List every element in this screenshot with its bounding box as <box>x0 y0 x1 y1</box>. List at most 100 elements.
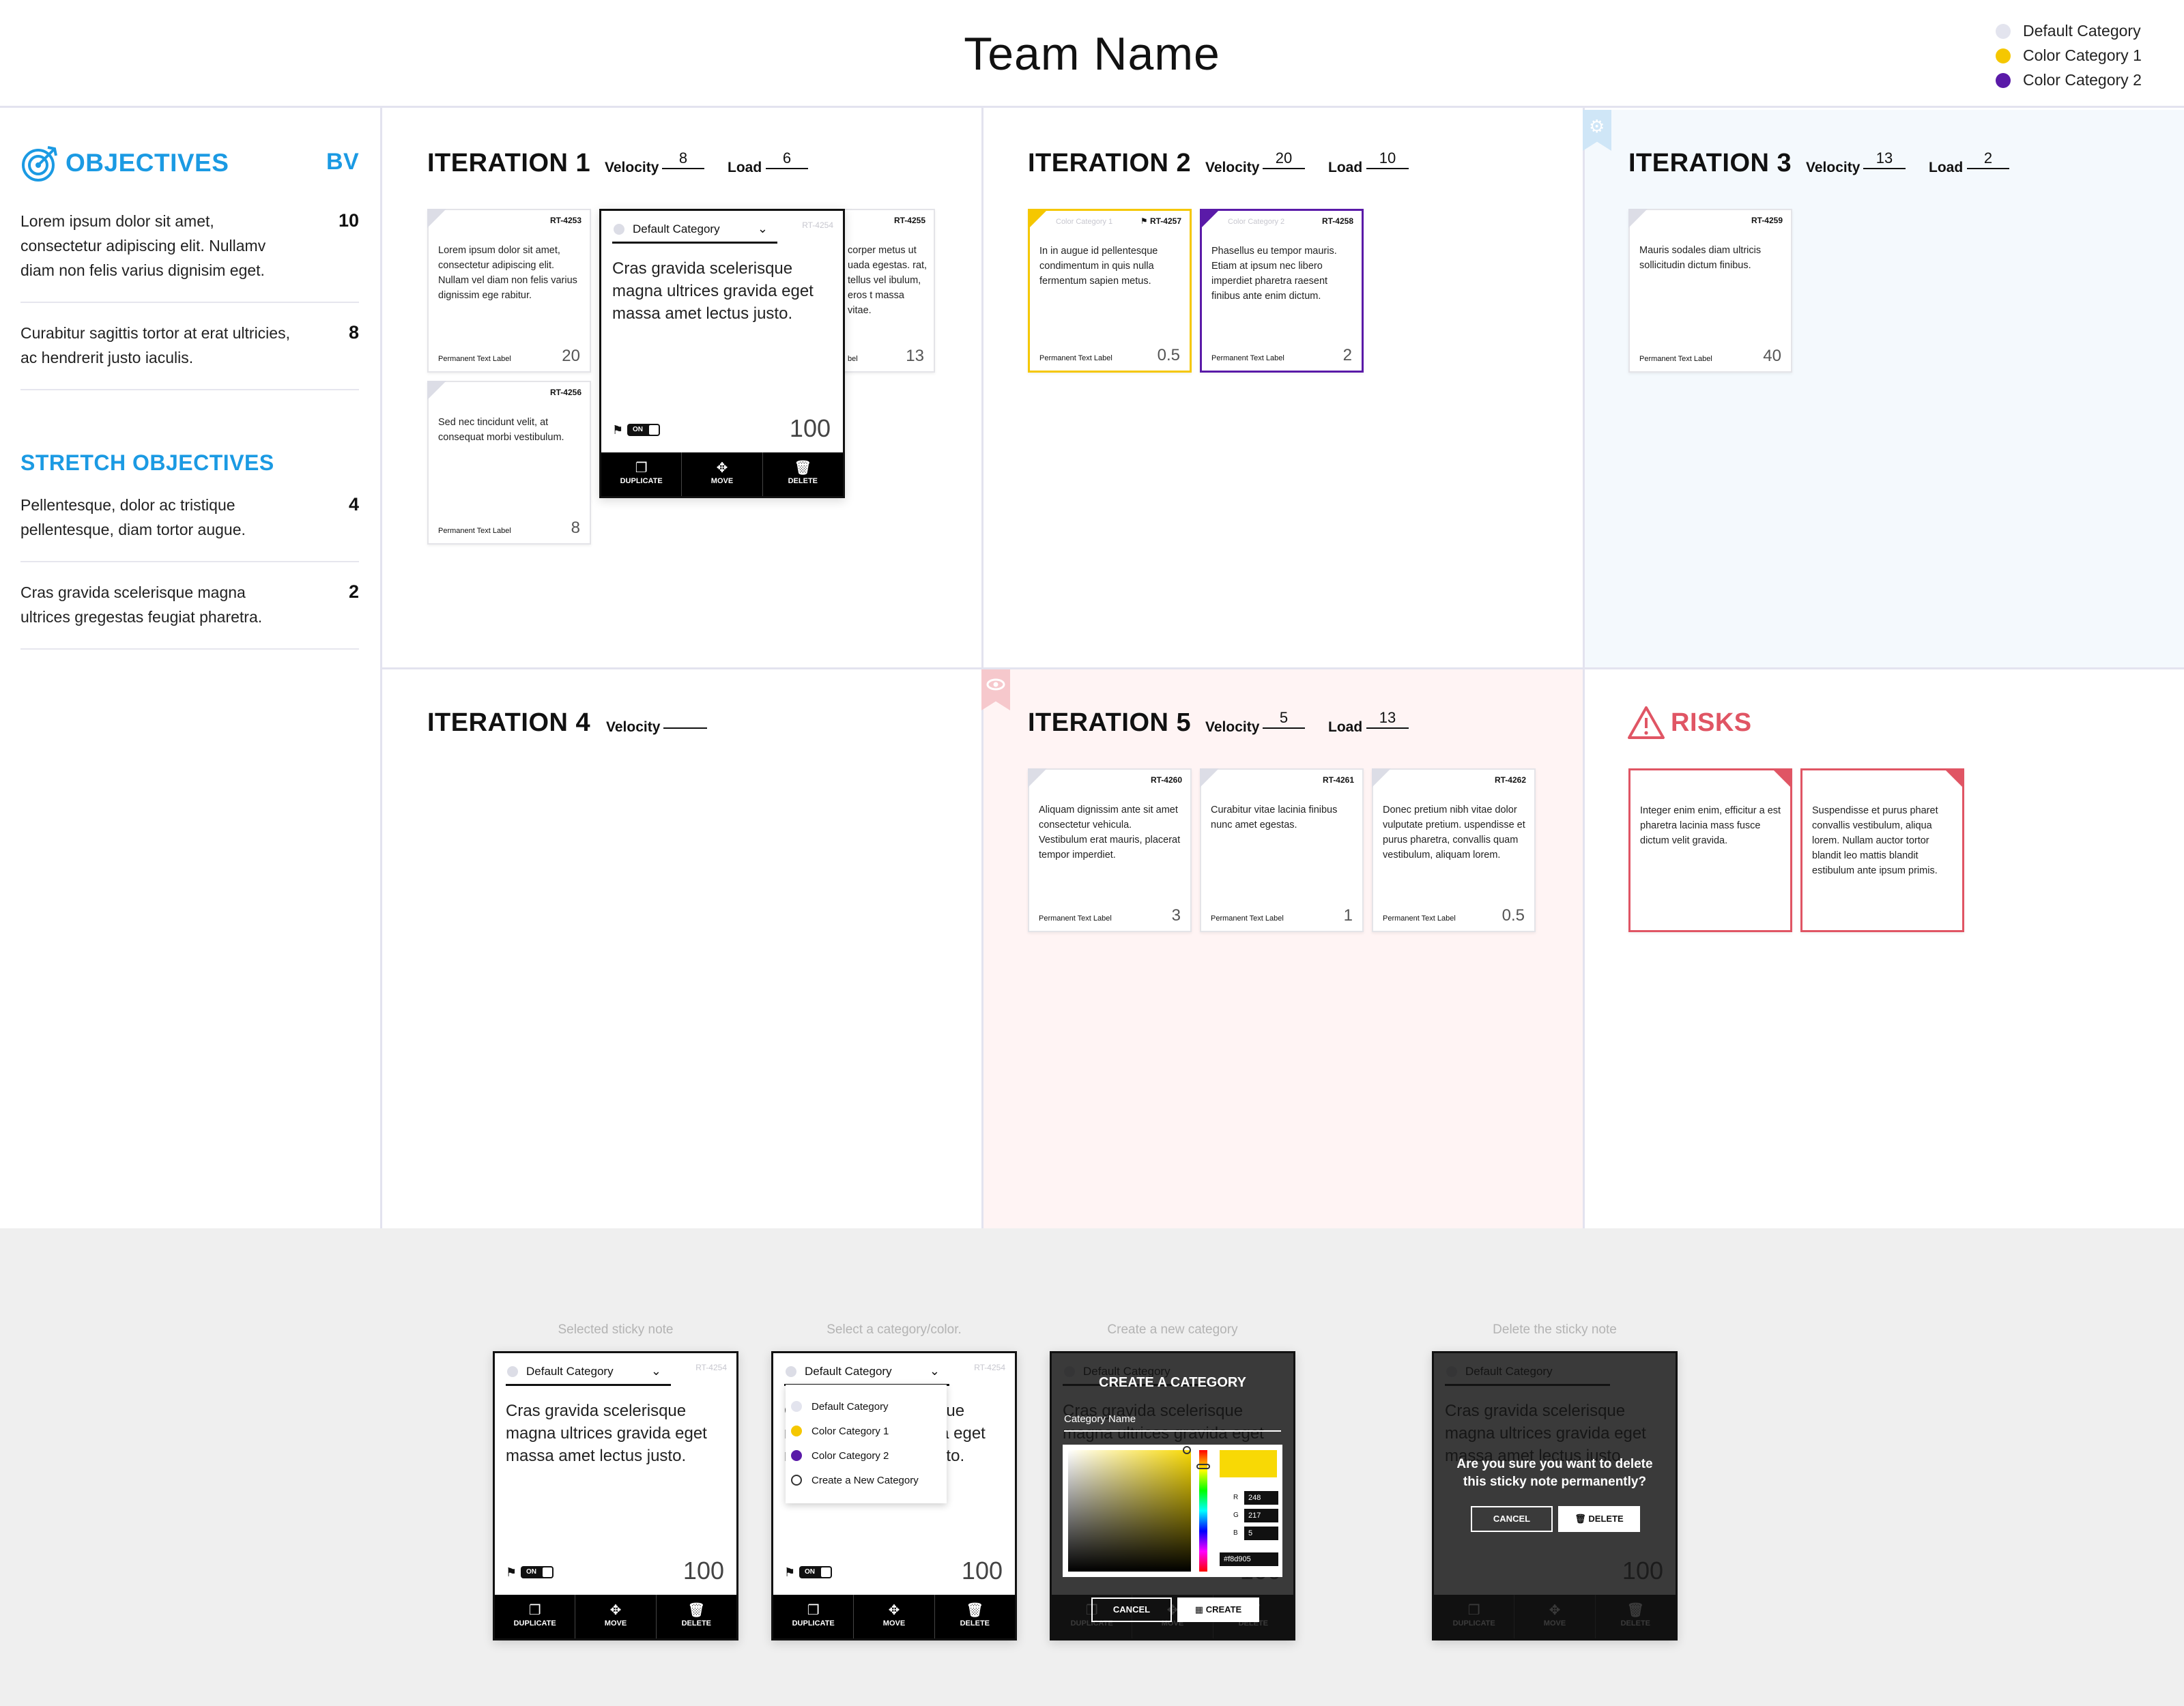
dropdown-option[interactable]: Default Category <box>786 1394 947 1419</box>
flag-toggle[interactable]: ON <box>521 1566 554 1578</box>
note-points: 40 <box>1763 347 1781 365</box>
dropdown-option[interactable]: Color Category 1 <box>786 1419 947 1443</box>
note-points: 3 <box>1171 906 1181 925</box>
note-text: Curabitur vitae lacinia finibus nunc ame… <box>1211 805 1338 830</box>
sticky-note[interactable]: RT-4259 Mauris sodales diam ultricis sol… <box>1628 209 1792 373</box>
note-text: In in augue id pellentesque condimentum … <box>1039 246 1158 287</box>
note-text[interactable]: Cras gravida scelerisque magna ultrices … <box>506 1400 724 1467</box>
sticky-note[interactable]: RT-4262 Donec pretium nibh vitae dolor v… <box>1372 768 1536 932</box>
objective-text[interactable]: Lorem ipsum dolor sit amet, consectetur … <box>20 209 293 283</box>
risk-note[interactable]: Integer enim enim, efficitur a est phare… <box>1628 768 1792 932</box>
move-button[interactable]: ✥ MOVE <box>682 452 763 496</box>
dropdown-option[interactable]: Color Category 2 <box>786 1443 947 1468</box>
objectives-title: OBJECTIVES <box>66 149 229 177</box>
category-name-field[interactable]: Category Name <box>1064 1413 1281 1432</box>
duplicate-icon: ❐ <box>635 461 648 476</box>
note-category: Color Category 2 <box>1228 218 1285 226</box>
warning-icon <box>1628 706 1665 739</box>
objective-text[interactable]: Curabitur sagittis tortor at erat ultric… <box>20 321 293 370</box>
load-label: Load <box>1328 160 1363 175</box>
duplicate-icon: ❐ <box>807 1603 820 1618</box>
note-text[interactable]: Cras gravida scelerisque magna ultrices … <box>612 257 831 325</box>
trash-icon: 🗑 <box>794 461 812 476</box>
sticky-note[interactable]: RT-4261 Curabitur vitae lacinia finibus … <box>1200 768 1364 932</box>
legend-dot <box>1996 72 2011 88</box>
iteration-1-title: ITERATION 1 <box>427 149 591 177</box>
move-button[interactable]: ✥ MOVE <box>575 1595 657 1638</box>
legend-default: Default Category <box>1996 22 2141 40</box>
load-field[interactable]: 13 <box>1366 710 1409 729</box>
duplicate-button[interactable]: ❐ DUPLICATE <box>495 1595 576 1638</box>
note-points: 8 <box>571 519 580 537</box>
note-id: RT-4255 <box>893 216 925 225</box>
create-category-option[interactable]: Create a New Category <box>786 1468 947 1492</box>
sticky-note[interactable]: Color Category 1 ⚑ RT-4257 In in augue i… <box>1028 209 1192 373</box>
velocity-field[interactable]: 20 <box>1263 150 1305 169</box>
r-input[interactable]: 248 <box>1244 1491 1278 1505</box>
cancel-button[interactable]: CANCEL <box>1091 1597 1172 1622</box>
b-input[interactable]: 5 <box>1244 1527 1278 1540</box>
state-create-category[interactable]: Default Category Cras gravida scelerisqu… <box>1050 1351 1295 1640</box>
selected-sticky-note[interactable]: Default Category ⌄ RT-4254 Cras gravida s… <box>599 209 845 498</box>
note-id: RT-4262 <box>1494 775 1526 785</box>
delete-button[interactable]: 🗑 DELETE <box>935 1595 1015 1638</box>
stretch-objective-text[interactable]: Pellentesque, dolor ac tristique pellent… <box>20 493 293 542</box>
move-icon: ✥ <box>888 1603 900 1618</box>
load-field[interactable]: 2 <box>1967 150 2009 169</box>
flag-icon[interactable]: ⚑ <box>784 1565 795 1580</box>
category-select[interactable]: Default Category ⌄ <box>784 1359 949 1386</box>
velocity-label: Velocity <box>1205 719 1260 735</box>
velocity-field[interactable]: 13 <box>1863 150 1906 169</box>
g-input[interactable]: 217 <box>1244 1509 1278 1522</box>
state-category-dropdown[interactable]: Default Category⌄ RT-4254 Cras gravida s… <box>771 1351 1017 1640</box>
hex-input[interactable]: #f8d905 <box>1220 1552 1278 1566</box>
delete-button[interactable]: 🗑 DELETE <box>657 1595 736 1638</box>
velocity-field[interactable]: 5 <box>1263 710 1305 729</box>
duplicate-button[interactable]: ❐ DUPLICATE <box>601 452 682 496</box>
flag-toggle[interactable]: ON <box>627 424 660 436</box>
legend-dot <box>1996 23 2011 39</box>
color-gradient[interactable] <box>1068 1450 1191 1572</box>
load-field[interactable]: 10 <box>1366 150 1409 169</box>
color-picker: R 248 G 217 B 5 #f8d905 <box>1063 1445 1282 1577</box>
load-field[interactable]: 6 <box>766 150 808 169</box>
sticky-note[interactable]: RT-4260 Aliquam dignissim ante sit amet … <box>1028 768 1192 932</box>
velocity-field[interactable] <box>663 710 707 729</box>
state-delete-confirm[interactable]: Default Category Cras gravida scelerisqu… <box>1432 1351 1678 1640</box>
iteration-3-panel <box>1585 110 2184 667</box>
note-points: 2 <box>1342 346 1352 364</box>
flag-icon[interactable]: ⚑ <box>506 1565 517 1580</box>
flag-toggle[interactable]: ON <box>799 1566 832 1578</box>
category-select[interactable]: Default Category ⌄ <box>506 1359 671 1386</box>
load-label: Load <box>1328 719 1363 735</box>
sticky-note[interactable]: RT-4253 Lorem ipsum dolor sit amet, cons… <box>427 209 591 373</box>
velocity-field[interactable]: 8 <box>662 150 704 169</box>
state-selected-note[interactable]: Default Category ⌄ RT-4254 Cras gravida s… <box>493 1351 738 1640</box>
duplicate-button[interactable]: ❐ DUPLICATE <box>773 1595 854 1638</box>
legend-dot <box>1996 48 2011 63</box>
move-button[interactable]: ✥ MOVE <box>854 1595 935 1638</box>
risk-note[interactable]: Suspendisse et purus pharet convallis ve… <box>1800 768 1964 932</box>
stretch-objectives-title: STRETCH OBJECTIVES <box>20 450 274 475</box>
category-select[interactable]: Default Category ⌄ <box>612 216 777 244</box>
trash-icon: 🗑 <box>966 1603 984 1618</box>
note-points[interactable]: 100 <box>790 414 831 443</box>
note-label: Permanent Text Label <box>1039 914 1112 923</box>
stretch-objective-text[interactable]: Cras gravida scelerisque magna ultrices … <box>20 580 293 629</box>
note-action-bar: ❐DUPLICATE ✥MOVE 🗑DELETE <box>495 1595 736 1638</box>
bv-header: BV <box>326 149 360 175</box>
note-points[interactable]: 100 <box>683 1557 724 1585</box>
create-button[interactable]: ▦ CREATE <box>1177 1597 1259 1622</box>
note-points[interactable]: 100 <box>962 1557 1003 1585</box>
trash-icon: 🗑 <box>687 1603 706 1618</box>
delete-button[interactable]: 🗑 DELETE <box>763 452 843 496</box>
state-caption: Select a category/color. <box>827 1322 962 1337</box>
sticky-note[interactable]: RT-4256 Sed nec tincidunt velit, at cons… <box>427 381 591 545</box>
hue-handle[interactable] <box>1196 1464 1210 1469</box>
team-name: Team Name <box>964 28 1220 80</box>
cancel-button[interactable]: CANCEL <box>1471 1506 1553 1532</box>
color-cursor[interactable] <box>1183 1446 1191 1454</box>
confirm-delete-button[interactable]: 🗑 DELETE <box>1558 1506 1640 1532</box>
flag-icon[interactable]: ⚑ <box>612 423 623 437</box>
sticky-note[interactable]: Color Category 2 RT-4258 Phasellus eu te… <box>1200 209 1364 373</box>
